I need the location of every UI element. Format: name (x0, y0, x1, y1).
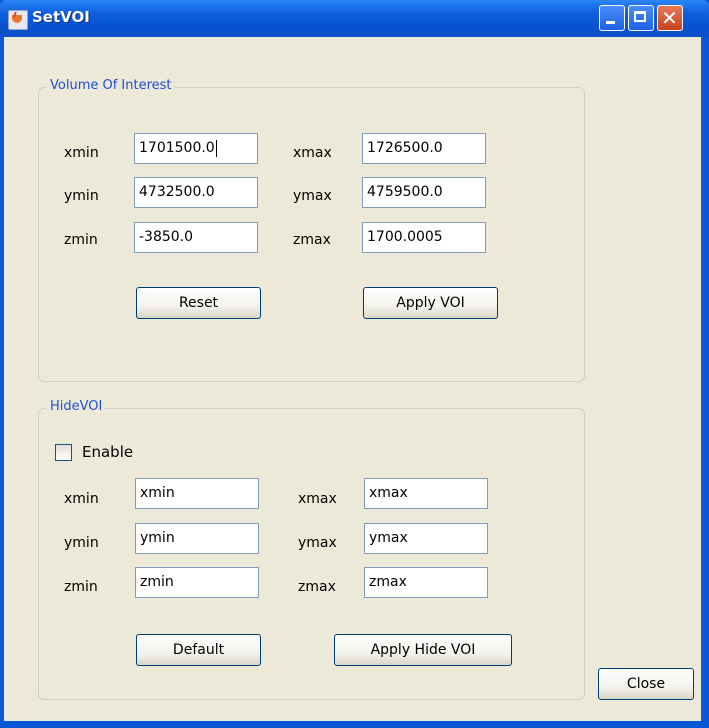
hidevoi-group-title: HideVOI (47, 399, 106, 414)
hidevoi-group: HideVOI Enable xmin xmin xmax xmax ymin … (38, 399, 585, 700)
maximize-button[interactable] (628, 5, 654, 31)
apply-hide-voi-button[interactable]: Apply Hide VOI (334, 634, 512, 666)
voi-xmax-input[interactable]: 1726500.0 (362, 133, 486, 164)
apply-voi-button[interactable]: Apply VOI (363, 287, 498, 319)
hide-ymin-label: ymin (64, 535, 99, 551)
voi-ymax-label: ymax (293, 188, 332, 204)
enable-checkbox[interactable] (55, 444, 72, 461)
hide-xmax-label: xmax (298, 491, 337, 507)
minimize-icon (606, 21, 615, 24)
dialog-content: Volume Of Interest xmin 1701500.0 xmax 1… (4, 37, 701, 721)
hide-xmin-label: xmin (64, 491, 99, 507)
voi-xmin-input[interactable]: 1701500.0 (134, 133, 258, 164)
hide-xmin-input[interactable]: xmin (135, 478, 259, 509)
java-app-icon[interactable] (8, 10, 28, 30)
hide-ymin-input[interactable]: ymin (135, 523, 259, 554)
voi-group: Volume Of Interest xmin 1701500.0 xmax 1… (38, 78, 585, 382)
hide-zmax-input[interactable]: zmax (364, 567, 488, 598)
voi-zmin-label: zmin (64, 232, 98, 248)
voi-ymin-input[interactable]: 4732500.0 (134, 177, 258, 208)
hide-ymax-input[interactable]: ymax (364, 523, 488, 554)
reset-button[interactable]: Reset (136, 287, 261, 319)
close-window-button[interactable]: ✕ (657, 5, 683, 31)
voi-zmax-input[interactable]: 1700.0005 (362, 222, 486, 253)
enable-label[interactable]: Enable (82, 443, 133, 461)
close-button[interactable]: Close (598, 668, 694, 700)
default-button[interactable]: Default (136, 634, 261, 666)
close-icon: ✕ (661, 6, 678, 30)
voi-zmin-input[interactable]: -3850.0 (134, 222, 258, 253)
hide-xmax-input[interactable]: xmax (364, 478, 488, 509)
minimize-button[interactable] (599, 5, 625, 31)
hide-zmin-input[interactable]: zmin (135, 567, 259, 598)
maximize-icon (634, 11, 646, 22)
hide-zmax-label: zmax (298, 579, 336, 595)
title-bar[interactable]: SetVOI ✕ (0, 0, 709, 37)
window-title: SetVOI (32, 8, 90, 26)
voi-zmax-label: zmax (293, 232, 331, 248)
setvoi-window: SetVOI ✕ Volume Of Interest xmin 1701500… (0, 0, 709, 728)
voi-ymax-input[interactable]: 4759500.0 (362, 177, 486, 208)
hide-ymax-label: ymax (298, 535, 337, 551)
voi-group-title: Volume Of Interest (47, 78, 175, 93)
voi-xmin-label: xmin (64, 145, 99, 161)
voi-ymin-label: ymin (64, 188, 99, 204)
voi-xmax-label: xmax (293, 145, 332, 161)
hide-zmin-label: zmin (64, 579, 98, 595)
